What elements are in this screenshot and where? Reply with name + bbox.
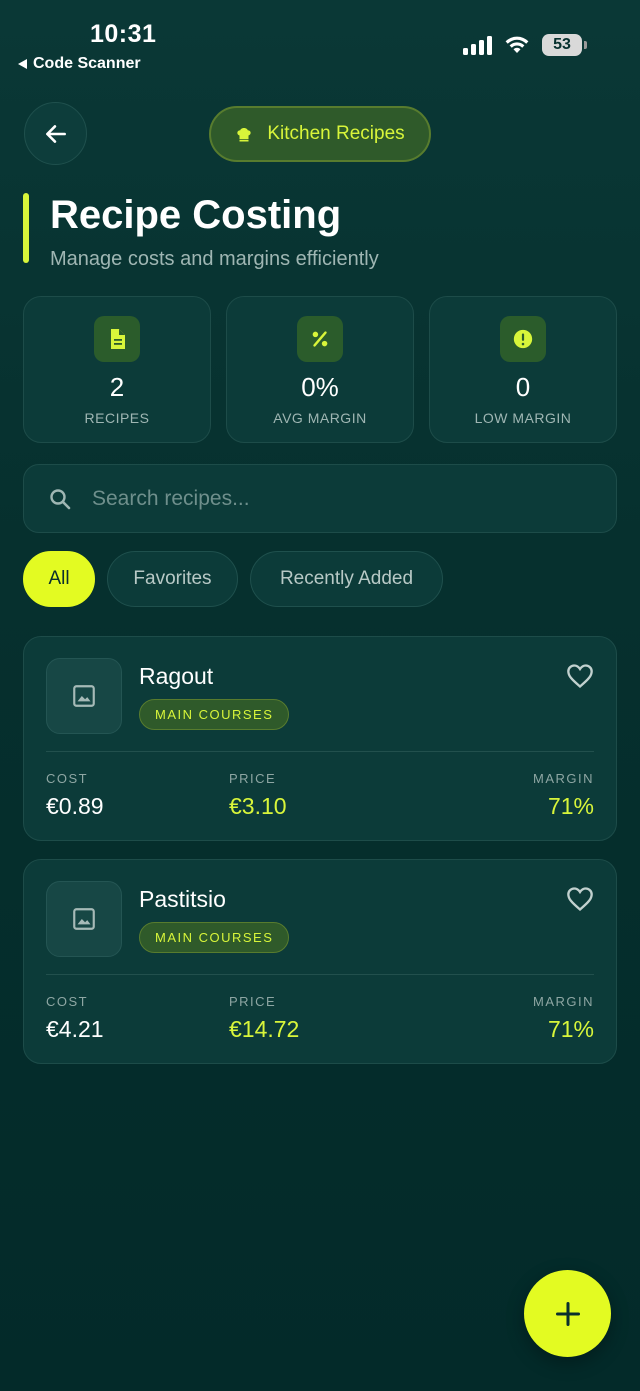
search-icon	[50, 488, 71, 509]
back-to-app-link[interactable]: Code Scanner	[18, 55, 141, 73]
alert-icon	[500, 316, 546, 362]
card-divider	[46, 974, 594, 975]
price-value: €14.72	[229, 1016, 300, 1042]
plus-icon	[555, 1301, 580, 1326]
category-badge: MAIN COURSES	[139, 922, 290, 953]
document-icon	[94, 316, 140, 362]
status-time: 10:31	[90, 20, 157, 48]
kitchen-recipes-badge[interactable]: Kitchen Recipes	[209, 106, 431, 162]
margin-label: MARGIN	[533, 771, 594, 786]
back-triangle-icon	[18, 59, 27, 69]
margin-value: 71%	[547, 793, 594, 819]
page-title: Recipe Costing	[50, 193, 342, 237]
stat-card-avg-margin: 0% AVG MARGIN	[226, 296, 414, 443]
add-recipe-button[interactable]	[524, 1270, 611, 1357]
margin-label: MARGIN	[533, 994, 594, 1009]
search-bar[interactable]	[23, 464, 617, 533]
recipe-card[interactable]: Ragout MAIN COURSES COST €0.89 PRICE €3.…	[23, 636, 617, 841]
battery-indicator: 53	[542, 34, 587, 56]
title-accent-bar	[23, 193, 29, 263]
image-placeholder-icon	[46, 658, 122, 734]
filter-chip-favorites[interactable]: Favorites	[107, 551, 238, 607]
category-badge: MAIN COURSES	[139, 699, 290, 730]
recipe-name: Ragout	[139, 663, 214, 689]
stat-value-avg-margin: 0%	[301, 372, 339, 402]
card-divider	[46, 751, 594, 752]
price-label: PRICE	[229, 771, 277, 786]
page-subtitle: Manage costs and margins efficiently	[50, 248, 379, 270]
stat-value-low-margin: 0	[515, 372, 531, 402]
percent-icon	[297, 316, 343, 362]
arrow-left-icon	[45, 124, 66, 143]
stat-card-low-margin: 0 LOW MARGIN	[429, 296, 617, 443]
back-app-label: Code Scanner	[33, 55, 141, 72]
stat-label-recipes: RECIPES	[84, 410, 150, 426]
stat-card-recipes: 2 RECIPES	[23, 296, 211, 443]
cost-value: €4.21	[46, 1016, 104, 1042]
margin-value: 71%	[547, 1016, 594, 1042]
search-input[interactable]	[92, 486, 572, 511]
price-label: PRICE	[229, 994, 277, 1009]
recipe-card[interactable]: Pastitsio MAIN COURSES COST €4.21 PRICE …	[23, 859, 617, 1064]
image-placeholder-icon	[46, 881, 122, 957]
stat-value-recipes: 2	[109, 372, 125, 402]
cost-label: COST	[46, 771, 89, 786]
chef-hat-icon	[237, 128, 252, 142]
recipe-name: Pastitsio	[139, 886, 226, 912]
stat-label-low-margin: LOW MARGIN	[474, 410, 572, 426]
cellular-signal-icon	[463, 35, 492, 55]
back-button[interactable]	[24, 102, 87, 165]
favorite-heart-icon[interactable]	[566, 886, 594, 912]
kitchen-recipes-label: Kitchen Recipes	[267, 123, 405, 144]
cost-label: COST	[46, 994, 89, 1009]
price-value: €3.10	[229, 793, 287, 819]
stat-label-avg-margin: AVG MARGIN	[273, 410, 367, 426]
favorite-heart-icon[interactable]	[566, 663, 594, 689]
wifi-icon	[505, 36, 529, 53]
status-indicators: 53	[463, 34, 587, 56]
cost-value: €0.89	[46, 793, 104, 819]
filter-chip-recently-added[interactable]: Recently Added	[250, 551, 443, 607]
filter-chip-all[interactable]: All	[23, 551, 95, 607]
